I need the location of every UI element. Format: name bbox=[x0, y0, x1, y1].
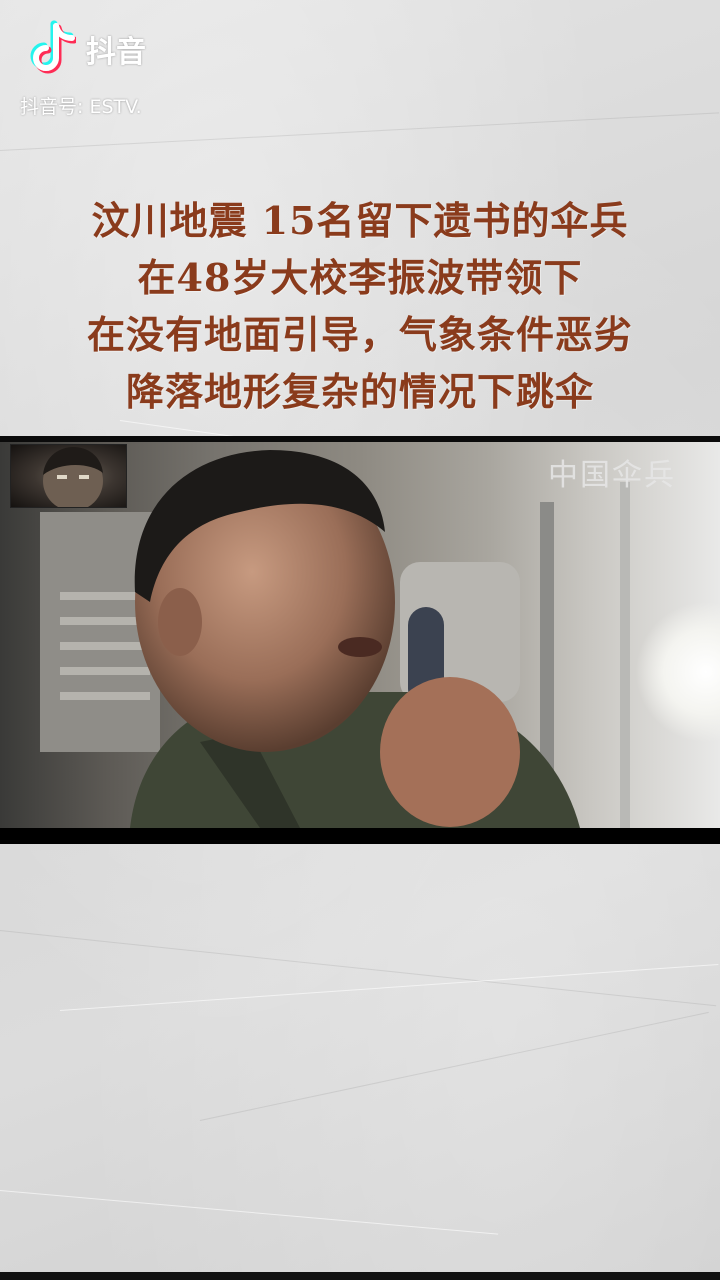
caption-line: 汶川地震 15名留下遗书的伞兵 bbox=[91, 198, 629, 243]
video-bottom-bar bbox=[0, 828, 720, 844]
channel-watermark-label: 中国伞兵 bbox=[548, 458, 676, 493]
caption-line: 在48岁大校李振波带领下 bbox=[137, 255, 583, 300]
frame-bottom-edge bbox=[0, 1272, 720, 1280]
watermark-account-id: 抖音号: ESTV. bbox=[20, 96, 142, 118]
embedded-video[interactable]: 中国伞兵 bbox=[0, 436, 720, 844]
tiktok-note-icon bbox=[26, 20, 78, 78]
video-frame[interactable]: 抖音 抖音号: ESTV. 汶川地震 15名留下遗书的伞兵 在48岁大校李振波带… bbox=[0, 0, 720, 1280]
paper-crease bbox=[199, 1011, 709, 1121]
paper-crease bbox=[0, 1190, 499, 1235]
caption-line: 降落地形复杂的情况下跳伞 bbox=[125, 369, 594, 414]
caption-line: 在没有地面引导，气象条件恶劣 bbox=[86, 312, 633, 357]
video-caption: 汶川地震 15名留下遗书的伞兵 在48岁大校李振波带领下 在没有地面引导，气象条… bbox=[0, 192, 720, 420]
douyin-watermark: 抖音 bbox=[26, 20, 146, 78]
paper-crease bbox=[0, 930, 717, 1007]
inset-portrait-photo bbox=[10, 444, 127, 511]
video-scene: 中国伞兵 bbox=[0, 442, 720, 828]
watermark-app-name: 抖音 bbox=[86, 35, 146, 70]
